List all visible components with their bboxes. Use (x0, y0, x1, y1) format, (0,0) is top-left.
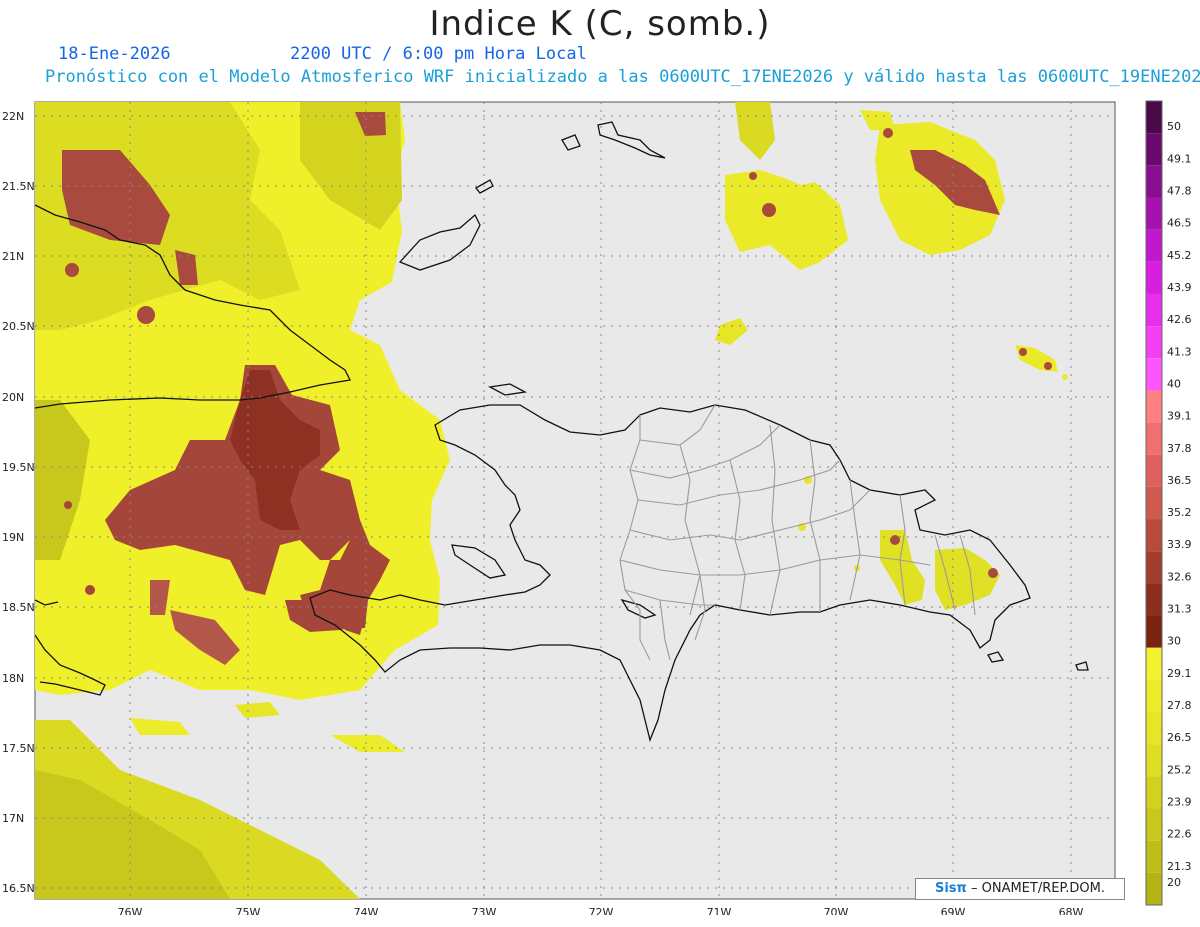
colorbar-label: 33.9 (1167, 538, 1192, 551)
colorbar-label: 36.5 (1167, 474, 1192, 487)
lon-tick-label: 73W (472, 906, 497, 915)
colorbar-label: 37.8 (1167, 442, 1192, 455)
colorbar-swatch (1146, 776, 1162, 809)
colorbar-swatch (1146, 744, 1162, 777)
colorbar-label: 40 (1167, 377, 1181, 390)
colorbar-label: 49.1 (1167, 152, 1192, 165)
lat-axis-labels: 22N 21.5N 21N 20.5N 20N 19.5N 19N 18.5N … (2, 110, 35, 895)
colorbar-label: 21.3 (1167, 860, 1192, 873)
colorbar-label: 22.6 (1167, 828, 1192, 841)
colorbar-swatch (1146, 840, 1162, 873)
lon-tick-label: 68W (1059, 906, 1084, 915)
lat-tick-label: 19.5N (2, 461, 35, 474)
lat-tick-label: 18.5N (2, 601, 35, 614)
lat-tick-label: 18N (2, 672, 24, 685)
lon-axis-labels: 76W 75W 74W 73W 72W 71W 70W 69W 68W (118, 906, 1084, 915)
colorbar-swatch (1146, 454, 1162, 487)
colorbar-swatch (1146, 390, 1162, 423)
lon-tick-label: 70W (824, 906, 849, 915)
lon-tick-label: 69W (941, 906, 966, 915)
credit-pi-symbol: π (956, 881, 967, 896)
credit-text: – ONAMET/REP.DOM. (970, 881, 1106, 896)
lat-tick-label: 17N (2, 812, 24, 825)
colorbar-label: 26.5 (1167, 731, 1192, 744)
colorbar-label: 47.8 (1167, 184, 1192, 197)
lat-tick-label: 17.5N (2, 742, 35, 755)
lat-tick-label: 22N (2, 110, 24, 123)
lon-tick-label: 75W (236, 906, 261, 915)
colorbar-label: 43.9 (1167, 281, 1192, 294)
credit-box: Sisπ – ONAMET/REP.DOM. (915, 878, 1125, 900)
colorbar-swatch (1146, 422, 1162, 455)
lat-tick-label: 19N (2, 531, 24, 544)
colorbar-swatch (1146, 261, 1162, 294)
lat-tick-label: 21.5N (2, 180, 35, 193)
colorbar-swatch (1146, 197, 1162, 230)
colorbar-swatch (1146, 551, 1162, 584)
colorbar-swatch (1146, 165, 1162, 198)
colorbar-label: 45.2 (1167, 249, 1192, 262)
colorbar-label: 32.6 (1167, 570, 1192, 583)
lat-tick-label: 21N (2, 250, 24, 263)
lat-tick-label: 20.5N (2, 320, 35, 333)
colorbar-swatch (1146, 679, 1162, 713)
colorbar-label: 29.1 (1167, 667, 1192, 680)
colorbar-label: 31.3 (1167, 603, 1192, 616)
colorbar-label: 27.8 (1167, 699, 1192, 712)
colorbar-label: 30 (1167, 635, 1181, 648)
colorbar-label: 46.5 (1167, 217, 1192, 230)
colorbar-label: 35.2 (1167, 506, 1192, 519)
colorbar-swatch (1146, 583, 1162, 616)
colorbar-swatch (1146, 293, 1162, 327)
colorbar-label: 39.1 (1167, 410, 1192, 423)
colorbar-label: 42.6 (1167, 313, 1192, 326)
colorbar: 50 49.1 47.8 46.5 45.2 43.9 42.6 41.3 40 39.1 37.8… (1145, 100, 1192, 906)
colorbar-swatch (1146, 101, 1162, 134)
colorbar-swatch (1146, 229, 1162, 262)
colorbar-swatch (1146, 486, 1162, 520)
colorbar-label: 20 (1167, 876, 1181, 889)
lat-tick-label: 16.5N (2, 882, 35, 895)
forecast-time: 2200 UTC / 6:00 pm Hora Local (290, 44, 587, 64)
colorbar-label: 41.3 (1167, 345, 1192, 358)
lon-tick-label: 74W (354, 906, 379, 915)
colorbar-label: 25.2 (1167, 763, 1192, 776)
colorbar-swatch (1146, 519, 1162, 552)
colorbar-swatch (1146, 808, 1162, 841)
credit-brand: Sis (934, 881, 957, 896)
colorbar-swatch (1146, 615, 1162, 648)
lon-tick-label: 76W (118, 906, 143, 915)
colorbar-swatch (1146, 712, 1162, 745)
lat-tick-label: 20N (2, 391, 24, 404)
colorbar-swatch (1146, 647, 1162, 680)
colorbar-label: 23.9 (1167, 796, 1192, 809)
lon-tick-label: 71W (707, 906, 732, 915)
colorbar-swatch (1146, 872, 1162, 905)
colorbar-label: 50 (1167, 120, 1181, 133)
colorbar-swatch (1146, 133, 1162, 166)
lon-tick-label: 72W (589, 906, 614, 915)
colorbar-swatch (1146, 326, 1162, 359)
colorbar-swatch (1146, 358, 1162, 391)
map-title: Indice K (C, somb.) (429, 4, 771, 44)
model-info: Pronóstico con el Modelo Atmosferico WRF… (45, 67, 1200, 87)
map-figure: 22N 21.5N 21N 20.5N 20N 19.5N 19N 18.5N … (2, 100, 1192, 915)
forecast-date: 18-Ene-2026 (58, 44, 171, 64)
